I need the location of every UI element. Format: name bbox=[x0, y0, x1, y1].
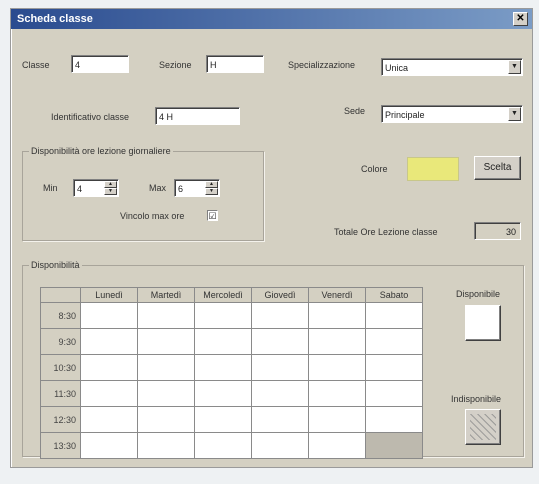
slot-cell[interactable] bbox=[194, 328, 252, 355]
slot-cell[interactable] bbox=[308, 328, 366, 355]
max-label: Max bbox=[149, 183, 167, 193]
time-label: 8:30 bbox=[40, 302, 81, 329]
slot-cell[interactable] bbox=[194, 302, 252, 329]
day-header: Martedì bbox=[137, 287, 195, 303]
table-row: 10:30 bbox=[40, 354, 423, 381]
slot-cell[interactable] bbox=[137, 432, 195, 459]
disponibile-swatch-button[interactable] bbox=[465, 305, 501, 341]
day-header: Lunedì bbox=[80, 287, 138, 303]
day-header: Sabato bbox=[365, 287, 423, 303]
slot-cell[interactable] bbox=[137, 328, 195, 355]
chevron-down-icon[interactable]: ▼ bbox=[508, 107, 521, 121]
time-label: 11:30 bbox=[40, 380, 81, 407]
classe-label: Classe bbox=[22, 60, 50, 70]
slot-cell[interactable] bbox=[137, 302, 195, 329]
slot-cell[interactable] bbox=[137, 380, 195, 407]
slot-cell[interactable] bbox=[251, 354, 309, 381]
day-header: Venerdì bbox=[308, 287, 366, 303]
table-row: 8:30 bbox=[40, 302, 423, 329]
slot-cell[interactable] bbox=[365, 302, 423, 329]
slot-cell[interactable] bbox=[80, 354, 138, 381]
totale-field: 30 bbox=[474, 222, 521, 240]
window-title: Scheda classe bbox=[17, 13, 93, 25]
table-row: 13:30 bbox=[40, 432, 423, 459]
max-value: 6 bbox=[178, 184, 184, 194]
min-value: 4 bbox=[77, 184, 83, 194]
slot-cell[interactable] bbox=[194, 380, 252, 407]
slot-cell[interactable] bbox=[251, 302, 309, 329]
slot-cell[interactable] bbox=[80, 380, 138, 407]
min-label: Min bbox=[43, 183, 58, 193]
slot-cell[interactable] bbox=[308, 354, 366, 381]
table-row: 11:30 bbox=[40, 380, 423, 407]
max-spinner[interactable]: 6 ▲ ▼ bbox=[174, 179, 220, 197]
slot-cell[interactable] bbox=[251, 328, 309, 355]
sezione-label: Sezione bbox=[159, 60, 192, 70]
scelta-button[interactable]: Scelta bbox=[474, 156, 521, 180]
slot-cell[interactable] bbox=[365, 380, 423, 407]
grid-corner bbox=[40, 287, 81, 303]
vincolo-checkbox[interactable]: ☑ bbox=[207, 210, 218, 221]
vincolo-label: Vincolo max ore bbox=[120, 211, 185, 221]
identificativo-field[interactable]: 4 H bbox=[155, 107, 240, 125]
specializzazione-label: Specializzazione bbox=[288, 60, 356, 70]
slot-cell[interactable] bbox=[308, 432, 366, 459]
specializzazione-value: Unica bbox=[385, 63, 409, 73]
slot-cell[interactable] bbox=[80, 302, 138, 329]
availability-grid: Lunedì Martedì Mercoledì Giovedì Venerdì… bbox=[40, 287, 423, 459]
sede-value: Principale bbox=[385, 110, 425, 120]
disponibilita-ore-group: Disponibilità ore lezione giornaliere Mi… bbox=[22, 146, 264, 241]
slot-cell[interactable] bbox=[365, 354, 423, 381]
classe-field[interactable]: 4 bbox=[71, 55, 129, 73]
colore-label: Colore bbox=[361, 164, 388, 174]
slot-cell[interactable] bbox=[308, 302, 366, 329]
sezione-field[interactable]: H bbox=[206, 55, 264, 73]
disponibile-label: Disponibile bbox=[456, 289, 501, 299]
time-label: 10:30 bbox=[40, 354, 81, 381]
slot-cell[interactable] bbox=[137, 406, 195, 433]
identificativo-label: Identificativo classe bbox=[51, 112, 130, 122]
slot-cell[interactable] bbox=[80, 406, 138, 433]
hatch-pattern-icon bbox=[470, 414, 496, 440]
slot-cell[interactable] bbox=[251, 380, 309, 407]
slot-cell[interactable] bbox=[251, 406, 309, 433]
slot-cell[interactable] bbox=[194, 354, 252, 381]
spin-arrows-icon[interactable]: ▲ ▼ bbox=[104, 181, 117, 195]
totale-label: Totale Ore Lezione classe bbox=[334, 227, 438, 237]
slot-cell[interactable] bbox=[80, 328, 138, 355]
slot-cell[interactable] bbox=[251, 432, 309, 459]
day-header: Giovedì bbox=[251, 287, 309, 303]
time-label: 12:30 bbox=[40, 406, 81, 433]
slot-cell[interactable] bbox=[308, 380, 366, 407]
disponibilita-label: Disponibilità bbox=[29, 260, 82, 270]
sede-select[interactable]: Principale ▼ bbox=[381, 105, 523, 123]
slot-cell[interactable] bbox=[308, 406, 366, 433]
sede-label: Sede bbox=[344, 106, 366, 116]
slot-cell[interactable] bbox=[80, 432, 138, 459]
spin-arrows-icon[interactable]: ▲ ▼ bbox=[205, 181, 218, 195]
indisponibile-swatch-button[interactable] bbox=[465, 409, 501, 445]
slot-cell[interactable] bbox=[365, 406, 423, 433]
title-bar[interactable]: Scheda classe ✕ bbox=[11, 9, 532, 29]
color-swatch[interactable] bbox=[407, 157, 459, 181]
slot-cell[interactable] bbox=[194, 406, 252, 433]
chevron-down-icon[interactable]: ▼ bbox=[508, 60, 521, 74]
specializzazione-select[interactable]: Unica ▼ bbox=[381, 58, 523, 76]
time-label: 13:30 bbox=[40, 432, 81, 459]
disponibilita-ore-label: Disponibilità ore lezione giornaliere bbox=[29, 146, 173, 156]
slot-cell[interactable] bbox=[365, 328, 423, 355]
slot-cell-unavailable[interactable] bbox=[365, 432, 423, 459]
table-row: 12:30 bbox=[40, 406, 423, 433]
slot-cell[interactable] bbox=[194, 432, 252, 459]
scheda-classe-window: Scheda classe ✕ Classe 4 Sezione H Speci… bbox=[10, 8, 533, 468]
time-label: 9:30 bbox=[40, 328, 81, 355]
close-icon[interactable]: ✕ bbox=[513, 12, 528, 26]
indisponibile-label: Indisponibile bbox=[451, 394, 502, 404]
day-header: Mercoledì bbox=[194, 287, 252, 303]
min-spinner[interactable]: 4 ▲ ▼ bbox=[73, 179, 119, 197]
slot-cell[interactable] bbox=[137, 354, 195, 381]
table-row: 9:30 bbox=[40, 328, 423, 355]
